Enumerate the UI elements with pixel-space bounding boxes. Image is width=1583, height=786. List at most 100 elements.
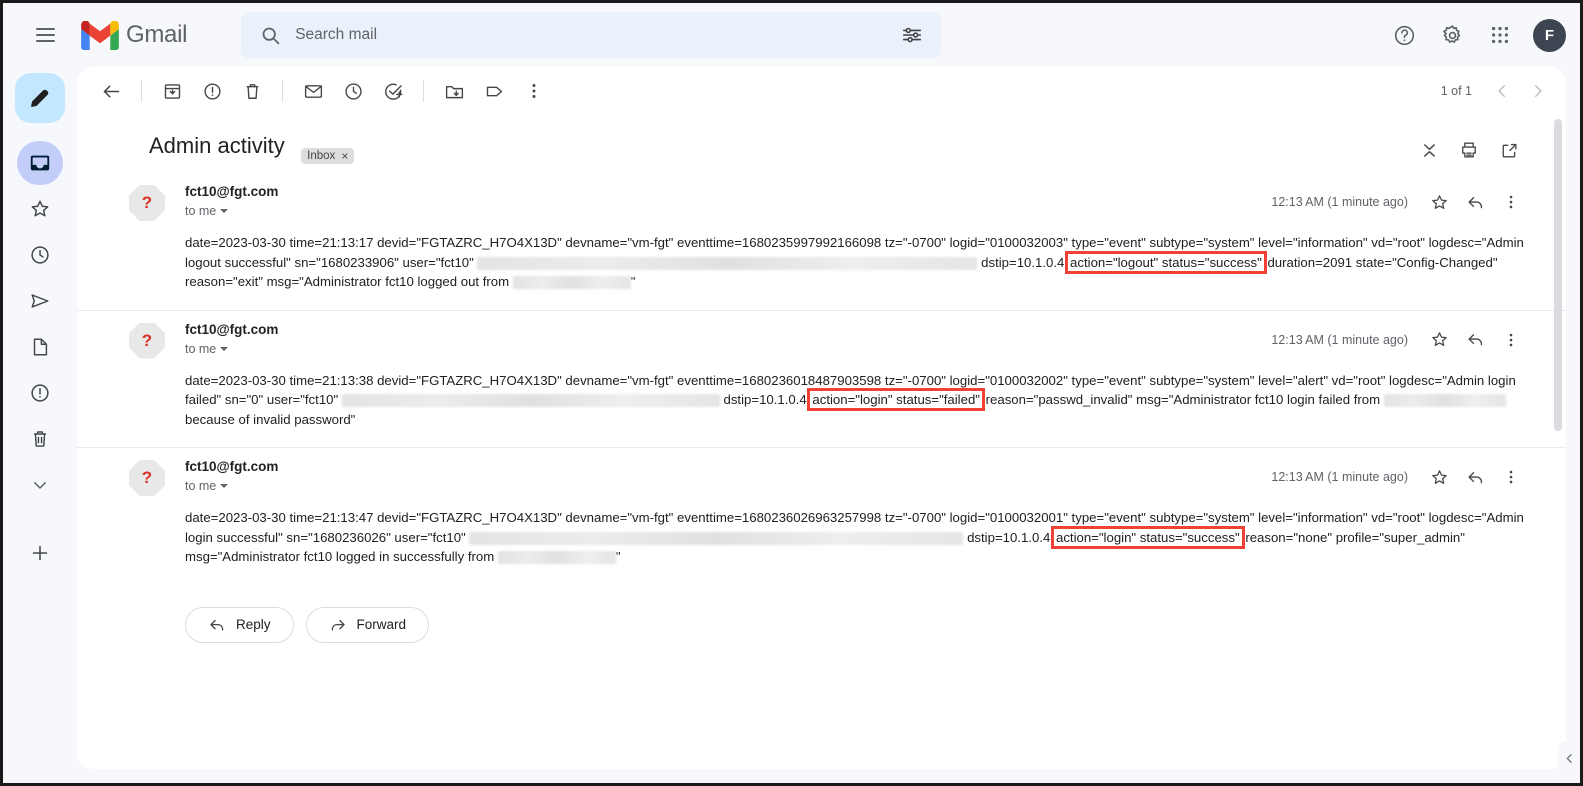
add-label-button[interactable] bbox=[17, 531, 63, 575]
mark-unread-icon[interactable] bbox=[293, 71, 333, 111]
search-bar bbox=[241, 12, 942, 58]
help-icon[interactable] bbox=[1383, 14, 1425, 56]
pagination: 1 of 1 bbox=[1441, 73, 1556, 109]
sidebar-item-snoozed[interactable] bbox=[17, 233, 63, 277]
label-chip[interactable]: Inbox × bbox=[301, 148, 355, 164]
toolbar-divider bbox=[282, 80, 283, 102]
sidebar-item-trash[interactable] bbox=[17, 417, 63, 461]
reply-icon[interactable] bbox=[1458, 323, 1492, 357]
chevron-left-icon[interactable] bbox=[1484, 73, 1520, 109]
apps-grid-icon[interactable] bbox=[1479, 14, 1521, 56]
close-icon[interactable]: × bbox=[341, 150, 348, 162]
message-header: ? fct10@fgt.com to me 12:13 AM (1 minute ag… bbox=[129, 183, 1528, 221]
recipient-toggle[interactable]: to me bbox=[185, 342, 278, 356]
toolbar-divider bbox=[423, 80, 424, 102]
archive-icon[interactable] bbox=[152, 71, 192, 111]
gear-icon[interactable] bbox=[1431, 14, 1473, 56]
more-vertical-icon[interactable] bbox=[1494, 185, 1528, 219]
subject-block: Admin activity Inbox × bbox=[149, 131, 355, 164]
search-options-icon[interactable] bbox=[891, 14, 933, 56]
message-body: date=2023-03-30 time=21:13:17 devid="FGT… bbox=[185, 235, 1524, 290]
sidebar-item-drafts[interactable] bbox=[17, 325, 63, 369]
forward-button-label: Forward bbox=[356, 617, 407, 632]
gmail-m-icon bbox=[81, 20, 119, 50]
vertical-scrollbar[interactable] bbox=[1554, 119, 1562, 769]
gmail-app: Gmail Search mail F 1 of 1 Admin activit… bbox=[3, 3, 1580, 783]
message-item[interactable]: ? fct10@fgt.com to me 12:13 AM (1 minute ag… bbox=[77, 309, 1566, 448]
trash-icon bbox=[34, 431, 46, 447]
collapse-all-icon[interactable] bbox=[1410, 131, 1448, 169]
message-meta: fct10@fgt.com to me bbox=[185, 458, 278, 493]
collapse-panel-button[interactable] bbox=[1558, 741, 1580, 775]
highlight-box: action="logout" status="success" bbox=[1065, 250, 1267, 274]
message-item[interactable]: ? fct10@fgt.com to me 12:13 AM (1 minute ag… bbox=[77, 447, 1566, 585]
search-icon bbox=[257, 22, 283, 48]
redacted-text bbox=[477, 256, 978, 270]
star-icon[interactable] bbox=[1422, 460, 1456, 494]
sidebar-item-starred[interactable] bbox=[17, 187, 63, 231]
star-icon bbox=[31, 200, 49, 217]
forward-button[interactable]: Forward bbox=[305, 606, 430, 643]
thread-scroll-area: Admin activity Inbox × ? fct10@fgt.com t… bbox=[77, 115, 1566, 769]
sender-address: fct10@fgt.com bbox=[185, 321, 279, 337]
message-list: ? fct10@fgt.com to me 12:13 AM (1 minute ag… bbox=[77, 179, 1566, 585]
delete-icon[interactable] bbox=[232, 71, 272, 111]
recipient-toggle[interactable]: to me bbox=[185, 479, 278, 493]
reply-arrow-icon bbox=[210, 619, 224, 631]
star-icon[interactable] bbox=[1422, 185, 1456, 219]
back-arrow-icon[interactable] bbox=[91, 71, 131, 111]
open-in-new-window-icon[interactable] bbox=[1490, 131, 1528, 169]
message-header: ? fct10@fgt.com to me 12:13 AM (1 minute ag… bbox=[129, 321, 1528, 359]
hamburger-icon[interactable] bbox=[23, 13, 67, 57]
timestamp: 12:13 AM (1 minute ago) bbox=[1271, 195, 1408, 209]
highlight-box: action="login" status="failed" bbox=[807, 388, 985, 411]
reply-button[interactable]: Reply bbox=[185, 606, 294, 643]
chevron-left-icon bbox=[1566, 753, 1572, 763]
more-vertical-icon[interactable] bbox=[514, 71, 554, 111]
page-title: Admin activity bbox=[149, 133, 285, 158]
label-icon[interactable] bbox=[474, 71, 514, 111]
gmail-logo[interactable]: Gmail bbox=[81, 20, 187, 50]
avatar: ? bbox=[129, 460, 165, 496]
avatar[interactable]: F bbox=[1533, 18, 1566, 52]
redacted-text bbox=[469, 531, 964, 545]
message-actions: 12:13 AM (1 minute ago) bbox=[1271, 183, 1528, 219]
search-container[interactable] bbox=[241, 12, 942, 58]
message-pane: 1 of 1 Admin activity Inbox × ? fct10@fg… bbox=[77, 67, 1566, 769]
sidebar-item-more[interactable] bbox=[17, 463, 63, 507]
sidebar-item-spam[interactable] bbox=[17, 371, 63, 415]
avatar: ? bbox=[129, 185, 165, 221]
document-icon bbox=[33, 338, 48, 356]
snooze-icon[interactable] bbox=[333, 71, 373, 111]
sidebar-item-inbox[interactable] bbox=[17, 141, 63, 185]
reply-icon[interactable] bbox=[1458, 460, 1492, 494]
toolbar-divider bbox=[141, 80, 142, 102]
thread-actions bbox=[1410, 131, 1528, 169]
app-body: 1 of 1 Admin activity Inbox × ? fct10@fg… bbox=[3, 67, 1580, 783]
recipient-toggle[interactable]: to me bbox=[185, 204, 278, 218]
chevron-down-icon bbox=[34, 482, 46, 489]
highlight-box: action="login" status="success" bbox=[1050, 525, 1245, 549]
scrollbar-thumb[interactable] bbox=[1554, 119, 1562, 431]
clock-icon bbox=[31, 246, 49, 264]
reply-actions: Reply Forward bbox=[77, 585, 1566, 673]
sidebar-item-sent[interactable] bbox=[17, 279, 63, 323]
message-meta: fct10@fgt.com to me bbox=[185, 183, 278, 218]
report-spam-icon[interactable] bbox=[192, 71, 232, 111]
search-input[interactable] bbox=[283, 26, 892, 44]
more-vertical-icon[interactable] bbox=[1494, 460, 1528, 494]
move-to-icon[interactable] bbox=[434, 71, 474, 111]
compose-button[interactable] bbox=[15, 73, 65, 123]
message-body: date=2023-03-30 time=21:13:38 devid="FGT… bbox=[185, 372, 1516, 427]
alert-circle-icon bbox=[31, 384, 49, 402]
message-body: date=2023-03-30 time=21:13:47 devid="FGT… bbox=[185, 510, 1524, 565]
star-icon[interactable] bbox=[1422, 323, 1456, 357]
reply-icon[interactable] bbox=[1458, 185, 1492, 219]
add-to-tasks-icon[interactable] bbox=[373, 71, 413, 111]
redacted-text bbox=[1383, 394, 1506, 408]
print-icon[interactable] bbox=[1450, 131, 1488, 169]
more-vertical-icon[interactable] bbox=[1494, 323, 1528, 357]
chevron-right-icon[interactable] bbox=[1520, 73, 1556, 109]
chevron-down-icon bbox=[220, 209, 229, 213]
message-item[interactable]: ? fct10@fgt.com to me 12:13 AM (1 minute ag… bbox=[77, 179, 1566, 310]
